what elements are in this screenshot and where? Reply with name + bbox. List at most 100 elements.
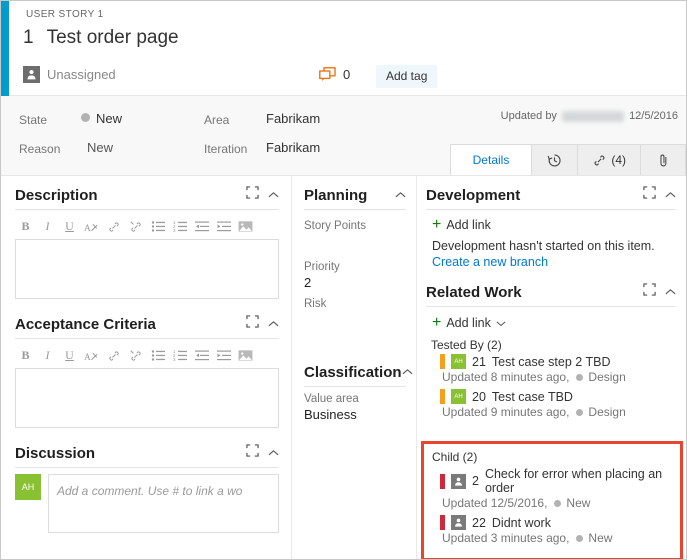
chevron-up-icon[interactable]: [665, 283, 676, 301]
linked-item-updated: Updated 3 minutes ago,: [442, 531, 570, 545]
unlink-icon[interactable]: [127, 347, 144, 364]
image-icon[interactable]: [237, 347, 254, 364]
add-tag-button[interactable]: Add tag: [376, 65, 438, 88]
work-item-type-bar: [440, 515, 445, 530]
discussion-section-header: Discussion: [15, 444, 279, 468]
linked-item-title[interactable]: Didnt work: [492, 516, 551, 530]
bold-icon[interactable]: B: [17, 347, 34, 364]
list-item[interactable]: AH 21 Test case step 2 TBD Updated 8 min…: [440, 354, 676, 384]
development-add-link-button[interactable]: + Add link: [432, 217, 676, 233]
underline-icon[interactable]: U: [61, 347, 78, 364]
expand-icon[interactable]: [246, 444, 259, 462]
numbered-list-icon[interactable]: 1 2 3: [171, 218, 188, 235]
linked-item-meta: Updated 12/5/2016, New: [442, 496, 674, 510]
linked-item-id: 22: [472, 515, 486, 530]
list-item[interactable]: 22 Didnt work Updated 3 minutes ago, New: [440, 515, 674, 545]
iteration-value[interactable]: Fabrikam: [266, 140, 320, 155]
chevron-up-icon[interactable]: [268, 315, 279, 333]
chevron-up-icon[interactable]: [402, 363, 413, 381]
assigned-to-row[interactable]: Unassigned: [23, 66, 116, 83]
acceptance-criteria-input[interactable]: [15, 368, 279, 428]
story-points-value[interactable]: [304, 234, 406, 251]
unlink-icon[interactable]: [127, 218, 144, 235]
middle-column: Planning Story Points Priority 2 Risk Cl…: [292, 176, 417, 559]
link-group-title: Tested By (2): [431, 338, 502, 352]
reason-value[interactable]: New: [87, 140, 113, 155]
linked-item-updated: Updated 9 minutes ago,: [442, 405, 570, 419]
chevron-up-icon[interactable]: [395, 186, 406, 204]
value-area-value[interactable]: Business: [304, 407, 406, 424]
italic-icon[interactable]: I: [39, 347, 56, 364]
linked-item-meta: Updated 3 minutes ago, New: [442, 531, 674, 545]
risk-value[interactable]: [304, 312, 406, 329]
chevron-down-icon[interactable]: [496, 314, 506, 332]
updated-by-prefix: Updated by: [500, 110, 557, 122]
state-value-text: New: [96, 111, 123, 126]
related-work-add-link-label: Add link: [446, 316, 491, 330]
expand-icon[interactable]: [643, 186, 656, 204]
state-value[interactable]: New: [81, 111, 122, 126]
bold-icon[interactable]: B: [17, 218, 34, 235]
state-dot-icon: [576, 534, 584, 542]
tab-links[interactable]: (4): [577, 144, 640, 175]
chevron-up-icon[interactable]: [665, 186, 676, 204]
history-clock-icon: [547, 153, 562, 168]
core-fields-band: State New Reason New Area Fabrikam Itera…: [1, 96, 686, 176]
chevron-up-icon[interactable]: [268, 444, 279, 462]
numbered-list-icon[interactable]: 1 2 3: [171, 347, 188, 364]
underline-icon[interactable]: U: [61, 218, 78, 235]
tab-attachments[interactable]: [640, 144, 686, 175]
avatar: AH: [451, 354, 466, 369]
acceptance-criteria-title: Acceptance Criteria: [15, 315, 156, 333]
outdent-icon[interactable]: [193, 347, 210, 364]
list-item[interactable]: 2 Check for error when placing an order …: [440, 467, 674, 510]
work-item-header: USER STORY 1 1 Test order page Unassigne…: [1, 1, 686, 96]
work-item-type-label: USER STORY 1: [26, 9, 104, 20]
priority-label: Priority: [304, 261, 340, 273]
chevron-up-icon[interactable]: [268, 186, 279, 204]
list-item[interactable]: AH 20 Test case TBD Updated 9 minutes ag…: [440, 389, 676, 419]
bullet-list-icon[interactable]: [149, 218, 166, 235]
state-label: State: [19, 113, 48, 127]
discussion-count[interactable]: 0: [319, 67, 350, 82]
expand-icon[interactable]: [246, 186, 259, 204]
bullet-list-icon[interactable]: [149, 347, 166, 364]
indent-icon[interactable]: [215, 347, 232, 364]
updated-by-info: Updated by Alex Homer 12/5/2016: [501, 110, 678, 122]
expand-icon[interactable]: [246, 315, 259, 333]
tab-history[interactable]: [531, 144, 578, 175]
italic-icon[interactable]: I: [39, 218, 56, 235]
linked-item-state: Design: [588, 405, 626, 419]
image-icon[interactable]: [237, 218, 254, 235]
outdent-icon[interactable]: [193, 218, 210, 235]
planning-section-header: Planning: [304, 186, 406, 210]
create-branch-link[interactable]: Create a new branch: [432, 255, 548, 269]
classification-title: Classification: [304, 363, 402, 381]
clear-format-icon[interactable]: A: [83, 218, 100, 235]
acceptance-criteria-toolbar: B I U A 1 2 3: [15, 345, 279, 368]
comment-placeholder: Add a comment. Use # to link a wo: [57, 484, 243, 498]
priority-value[interactable]: 2: [304, 275, 406, 292]
linked-item-id: 21: [472, 354, 486, 369]
work-item-title[interactable]: Test order page: [47, 27, 179, 49]
tab-details[interactable]: Details: [449, 144, 532, 175]
linked-item-title[interactable]: Test case step 2 TBD: [492, 355, 611, 369]
area-value[interactable]: Fabrikam: [266, 111, 320, 126]
related-work-title: Related Work: [426, 283, 522, 301]
expand-icon[interactable]: [643, 283, 656, 301]
avatar: AH: [451, 389, 466, 404]
avatar: AH: [15, 474, 41, 500]
discussion-input-row: AH Add a comment. Use # to link a wo: [15, 474, 279, 533]
comment-input[interactable]: Add a comment. Use # to link a wo: [48, 474, 279, 533]
clear-format-icon[interactable]: A: [83, 347, 100, 364]
linked-item-updated: Updated 8 minutes ago,: [442, 370, 570, 384]
indent-icon[interactable]: [215, 218, 232, 235]
linked-item-title[interactable]: Test case TBD: [492, 390, 573, 404]
work-item-id: 1: [23, 27, 34, 48]
linked-item-title[interactable]: Check for error when placing an order: [485, 467, 674, 495]
link-icon[interactable]: [105, 218, 122, 235]
link-icon[interactable]: [105, 347, 122, 364]
related-work-add-link-button[interactable]: + Add link: [432, 314, 676, 332]
person-icon: [23, 66, 40, 83]
description-input[interactable]: [15, 239, 279, 299]
